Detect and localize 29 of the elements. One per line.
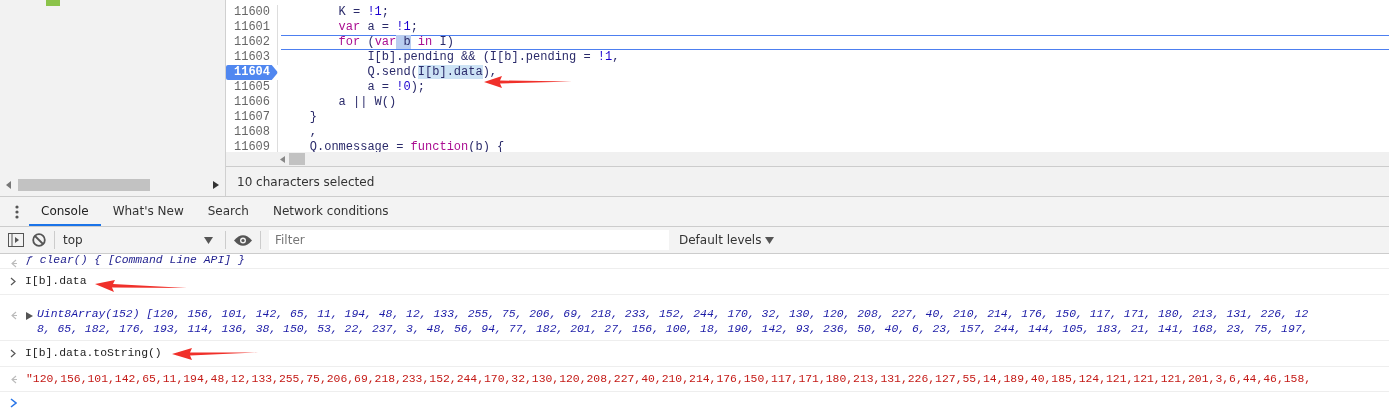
line-number[interactable]: 11602 (226, 35, 278, 50)
console-text: I[b].data.toString() (25, 346, 162, 361)
console-text: I[b].data (25, 274, 87, 289)
code-line: var a = !1; (337, 20, 418, 34)
status-bar: 10 characters selected (226, 167, 1389, 196)
line-number[interactable]: 11605 (226, 80, 278, 95)
console-text: "120,156,101,142,65,11,194,48,12,133,255,75,206,69,218,233,152,244,170,32,130,120,208,227,40,210,214,176,150,117,171,180,213,131,226,127,55,14,189,40,185,124,121,121,121,201,3,6,44,46,158, (26, 372, 1312, 387)
code-line: for (var b in I) (337, 35, 454, 49)
code-line: , (308, 125, 317, 139)
filter-field[interactable]: Filter (269, 230, 669, 250)
console-text: ƒ clear() { [Command Line API] } (26, 254, 245, 268)
line-number[interactable]: 11600 (226, 5, 278, 20)
code-line: a = !0); (366, 80, 426, 94)
code-line: } (308, 110, 317, 124)
code-line: K = !1; (337, 5, 390, 19)
code-line: I[b].pending && (I[b].pending = !1, (366, 50, 620, 64)
line-number[interactable]: 11606 (226, 95, 278, 110)
line-number[interactable]: 11608 (226, 125, 278, 140)
line-number[interactable]: 11607 (226, 110, 278, 125)
levels-dropdown[interactable]: Default levels (679, 233, 775, 247)
line-number[interactable]: 11604 (226, 65, 278, 80)
drawer-tab[interactable]: Search (195, 197, 261, 226)
drawer-tab[interactable]: What's New (100, 197, 196, 226)
console-text: 8, 65, 182, 176, 193, 114, 136, 38, 150, 53, 22, 237, 3, 48, 56, 94, 77, 182, 201, 27, 156, 100, 18, 190, 142, 93, 236, 50, 40, 6, 23, 157, 244, 144, 105, 183, 21, 141, 168, 23, 75, 197, (37, 322, 1309, 337)
line-number[interactable]: 11601 (226, 20, 278, 35)
code-line: a || W() (337, 95, 397, 109)
console-text: Uint8Array(152) [120, 156, 101, 142, 65, 11, 194, 48, 12, 133, 255, 75, 206, 69, 218, 233, 152, 244, 170, 32, 130, 120, 208, 227, 40, 210, 214, 176, 150, 117, 171, 180, 213, 131, 226, 12 (37, 307, 1309, 322)
context-select[interactable]: top (63, 233, 217, 247)
drawer-tab[interactable]: Network conditions (260, 197, 401, 226)
